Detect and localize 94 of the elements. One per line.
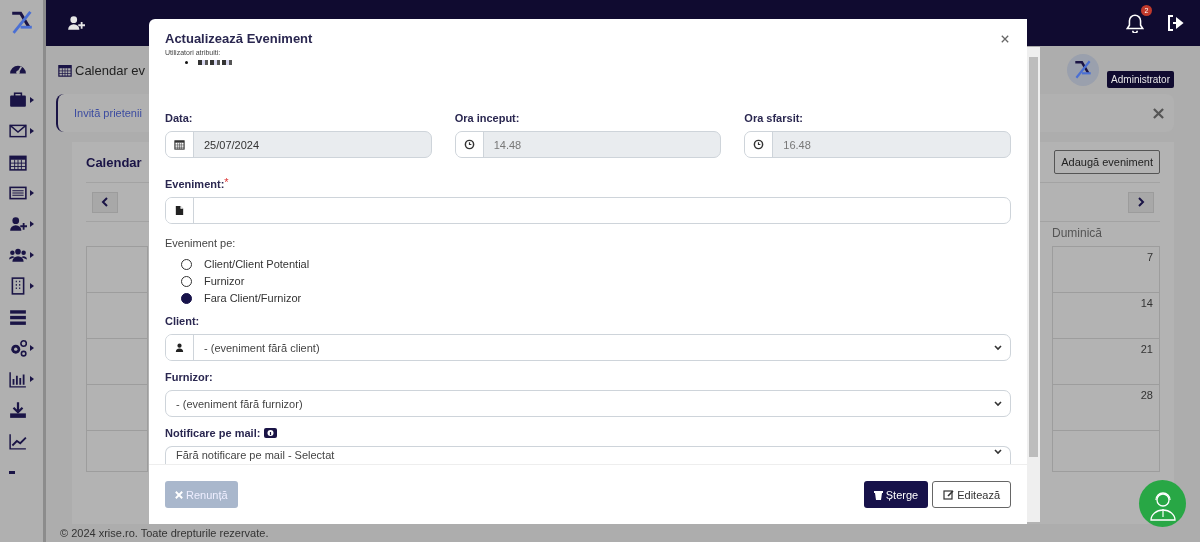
chevron-down-icon [994,400,1002,407]
calendar-icon [58,63,72,77]
field-label: Ora sfarsit: [744,112,805,124]
pixelated-name [198,60,234,65]
chevron-down-icon [994,449,1002,455]
field-label: Eveniment pe: [165,237,237,249]
next-button[interactable] [1128,191,1154,213]
date-number: 28 [1140,389,1153,403]
footer-text: © 2024 xrise.ro. Toate drepturile rezervate. [59,527,270,539]
date-number: 7 [1146,251,1153,265]
user-icon [174,342,185,353]
clock-icon [753,139,765,150]
close-button[interactable] [999,33,1011,45]
users-icon [9,246,27,264]
server-icon [9,308,27,326]
bar-chart-icon [9,370,27,388]
radio-option[interactable]: Furnizor [181,275,1011,287]
calendar-day[interactable]: 21 [1053,339,1159,385]
date-number: 21 [1140,343,1153,357]
close-icon [1001,35,1009,43]
scrollbar[interactable] [1027,47,1040,522]
calendar-icon [174,139,185,150]
field-label: Ora inceput: [454,112,521,124]
download-icon [9,401,27,419]
clock-icon [463,139,475,150]
chevron-right-icon [1137,197,1145,207]
field-label: Notificare pe mail: [165,427,261,439]
sidebar-item[interactable] [9,91,34,109]
select-field[interactable]: - (eveniment fără client) [165,334,1011,361]
day-header: Duminică [1052,225,1103,242]
close-icon [175,490,183,499]
user-plus-icon [9,215,27,233]
info-icon [264,428,278,438]
caret-icon [30,345,34,351]
line-chart-icon [9,432,27,450]
field-label: Eveniment: [165,178,225,190]
gears-icon [9,339,27,357]
page-title: Calendar ev [75,62,146,78]
caret-icon [30,190,34,196]
caret-icon [30,252,34,258]
invite-link[interactable]: Invită prietenii [74,107,142,119]
field-label: Client: [165,315,201,327]
support-chat-button[interactable] [1139,480,1186,527]
trash-icon [873,489,883,500]
user-plus-icon [66,14,86,32]
add-event-button[interactable]: Adaugă eveniment [1054,150,1160,174]
caret-icon [30,97,34,103]
edit-icon [943,489,955,500]
modal-title: Actualizează Eveniment [165,31,313,46]
select-field[interactable]: Fără notificare pe mail - Selectat [165,446,1011,464]
sidebar-item[interactable] [9,184,34,202]
radio-option[interactable]: Fara Client/Furnizor [181,292,1011,304]
file-icon [174,205,185,216]
calendar-icon [9,153,27,171]
caret-icon [30,221,34,227]
input-field[interactable] [165,197,1011,224]
bullet-icon [185,61,188,64]
bell-icon [1126,13,1144,33]
caret-icon [30,128,34,134]
logout-icon [1166,14,1186,32]
sidebar-item[interactable] [9,122,34,140]
calendar-title: Calendar [86,154,142,170]
building-icon [9,277,27,295]
minus-icon [9,470,15,474]
sidebar-item[interactable] [9,370,34,388]
sidebar-item[interactable] [9,246,34,264]
logout-button[interactable] [1166,14,1186,32]
previous-button[interactable] [92,191,118,213]
sidebar-item[interactable] [9,215,34,233]
list-icon [9,184,27,202]
field-label: Furnizor: [165,371,214,383]
date-number: 14 [1140,297,1153,311]
role-badge: Administrator [1107,70,1174,88]
required-marker: * [224,178,229,187]
radio-button[interactable] [181,292,192,304]
add-user-button[interactable] [66,14,86,32]
calendar-day[interactable]: 7 [1053,247,1159,293]
chevron-down-icon [994,344,1002,351]
sidebar-item[interactable] [9,277,34,295]
briefcase-icon [9,91,27,109]
delete-button[interactable]: Șterge [863,481,929,508]
select-field[interactable]: - (eveniment fără furnizor) [165,390,1011,417]
caret-icon [30,376,34,382]
caret-icon [30,283,34,289]
sidebar-item[interactable] [9,339,34,357]
edit-button[interactable]: Editează [932,481,1011,508]
calendar-day[interactable]: 14 [1053,293,1159,339]
notifications-button[interactable] [1126,13,1144,33]
radio-option[interactable]: Client/Client Potential [181,258,1011,270]
calendar-day[interactable]: 28 [1053,385,1159,431]
field-label: Data: [165,112,194,124]
chevron-left-icon [101,197,109,207]
close-icon [1153,107,1164,119]
envelope-icon [9,122,27,140]
